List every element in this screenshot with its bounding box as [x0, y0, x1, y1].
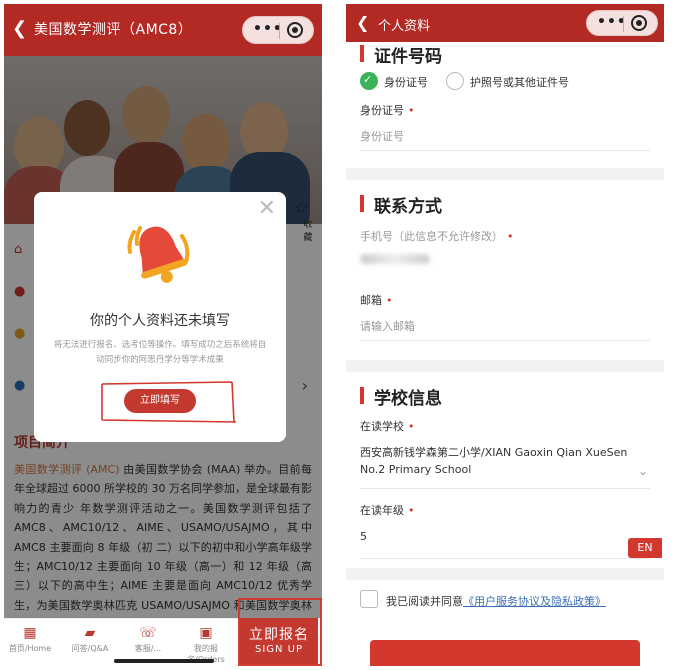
submit-button[interactable] — [370, 640, 640, 666]
agreement-checkbox[interactable] — [360, 590, 378, 608]
phone-value-redacted — [360, 254, 430, 264]
id-number-input[interactable]: 身份证号 — [360, 128, 404, 144]
home-icon: ▦ — [23, 625, 37, 641]
passport-option[interactable]: 护照号或其他证件号 — [470, 74, 569, 90]
sign-up-highlight-box — [238, 598, 322, 666]
orders-icon: ▣ — [199, 625, 213, 641]
grade-select[interactable]: 5 — [360, 528, 367, 545]
dialog-subtitle: 将无法进行报名、选考位等操作。填写成功之后系统将自动同步你的阿思丹学分等学术成果 — [53, 340, 267, 365]
left-phone-screen: ❮ 美国数学测评（AMC8） ••• ⌂ ● ● ● › ☆ 收藏 项目简介 美… — [4, 4, 322, 666]
dialog-title: 你的个人资料还未填写 — [90, 313, 230, 329]
school-section-title: 学校信息 — [360, 384, 442, 409]
close-icon[interactable]: ✕ — [258, 196, 276, 221]
chat-icon: ▰ — [84, 625, 96, 641]
bell-icon — [127, 226, 190, 283]
email-input[interactable]: 请输入邮箱 — [360, 318, 415, 334]
page-title: 美国数学测评（AMC8） — [34, 22, 193, 38]
right-phone-screen: ❮ 个人资料 ••• 证件号码 身份证号 护照号或其他证件号 身份证号• 身份证… — [346, 4, 664, 666]
miniprogram-capsule: ••• — [586, 10, 658, 36]
tab-service[interactable]: ☏ 客服/... — [122, 625, 174, 654]
back-icon[interactable]: ❮ — [356, 13, 369, 32]
school-label: 在读学校 • — [360, 420, 415, 433]
passport-radio[interactable] — [446, 72, 464, 90]
chevron-down-icon[interactable]: ⌄ — [638, 464, 648, 478]
id-section-title: 证件号码 — [360, 42, 442, 67]
close-miniprogram-icon[interactable] — [631, 15, 647, 31]
contact-section-title: 联系方式 — [360, 192, 442, 217]
grade-label: 在读年级 • — [360, 504, 415, 517]
right-header-bar: ❮ 个人资料 ••• — [346, 4, 664, 42]
agreement-text: 我已阅读并同意《用户服务协议及隐私政策》 — [386, 595, 606, 608]
id-card-radio[interactable] — [360, 72, 378, 90]
profile-incomplete-dialog: ✕ 你的个人资料还未填写 将无法进行报名、选考位等操作。填写成功之后系统将自动同… — [34, 192, 286, 442]
page-title: 个人资料 — [378, 19, 431, 34]
miniprogram-capsule: ••• — [242, 16, 314, 44]
left-header-bar: ❮ 美国数学测评（AMC8） ••• — [4, 4, 322, 56]
id-card-option[interactable]: 身份证号 — [384, 74, 428, 90]
tab-home[interactable]: ▦ 首页/Home — [4, 625, 56, 654]
id-number-label: 身份证号 • — [360, 104, 415, 117]
tab-qa[interactable]: ▰ 问答/Q&A — [64, 625, 116, 654]
fill-now-button[interactable]: 立即填写 — [124, 389, 196, 413]
phone-label: 手机号（此信息不允许修改） • — [360, 230, 514, 243]
language-toggle[interactable]: EN — [628, 538, 662, 558]
phone-icon: ☏ — [139, 625, 157, 641]
email-label: 邮箱 • — [360, 294, 393, 307]
agreement-link[interactable]: 《用户服务协议及隐私政策》 — [463, 595, 606, 608]
close-miniprogram-icon[interactable] — [287, 22, 303, 38]
back-icon[interactable]: ❮ — [12, 18, 27, 39]
school-select[interactable]: 西安高新钱学森第二小学/XIAN Gaoxin Qian XueSen No.2… — [360, 444, 628, 478]
home-indicator — [114, 659, 214, 663]
